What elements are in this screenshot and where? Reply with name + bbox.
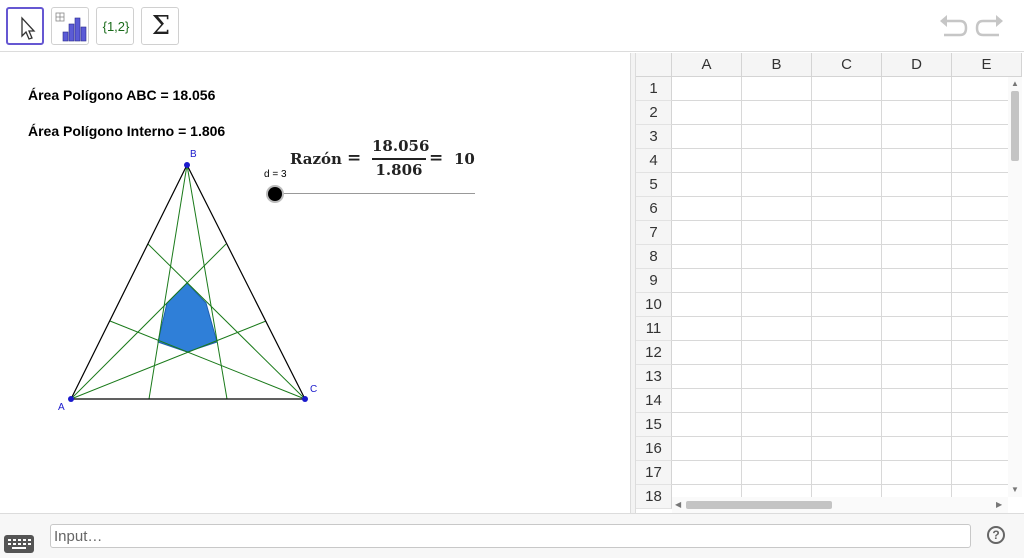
area-interno-text: Área Polígono Interno = 1.806: [28, 123, 226, 139]
grid-line: [672, 220, 1008, 221]
vertical-scroll-thumb[interactable]: [1011, 91, 1019, 161]
cevian-line: [186, 164, 228, 400]
undo-icon[interactable]: [938, 13, 968, 39]
redo-icon[interactable]: [975, 13, 1005, 39]
cevian-line: [147, 243, 306, 400]
row-header[interactable]: 13: [636, 365, 672, 389]
row-header[interactable]: 5: [636, 173, 672, 197]
grid-line: [672, 340, 1008, 341]
point-a-label: A: [58, 402, 65, 413]
grid-line: [881, 77, 882, 497]
construction-canvas: [68, 162, 308, 402]
row-header[interactable]: 12: [636, 341, 672, 365]
area-abc-text: Área Polígono ABC = 18.056: [28, 87, 216, 103]
row-header[interactable]: 14: [636, 389, 672, 413]
grid-line: [672, 172, 1008, 173]
input-bar: ?: [0, 513, 1024, 558]
slider-knob[interactable]: [268, 187, 282, 201]
cevian-line: [148, 164, 188, 400]
grid-line: [672, 484, 1008, 485]
move-tool-button[interactable]: [6, 7, 44, 45]
row-header[interactable]: 16: [636, 437, 672, 461]
cevian-line: [109, 320, 306, 400]
row-header[interactable]: 3: [636, 125, 672, 149]
spreadsheet-view[interactable]: A B C D E 1 2 3 4 5 6 7 8 9 10 11 12 13 …: [636, 53, 1024, 513]
column-header[interactable]: A: [672, 53, 742, 77]
algebra-input-field[interactable]: [50, 524, 971, 548]
grid-line: [672, 460, 1008, 461]
slider-track[interactable]: [275, 193, 475, 194]
grid-line: [672, 124, 1008, 125]
grid-line: [672, 244, 1008, 245]
ratio-label: Razón: [290, 150, 342, 168]
sigma-icon: Σ: [151, 11, 171, 41]
grid-line: [672, 100, 1008, 101]
grid-line: [951, 77, 952, 497]
inner-polygon: [157, 282, 218, 353]
scroll-right-icon[interactable]: ▶: [996, 500, 1002, 509]
row-header[interactable]: 15: [636, 413, 672, 437]
row-header[interactable]: 6: [636, 197, 672, 221]
cevian-line: [70, 243, 227, 400]
grid-line: [672, 268, 1008, 269]
grid-line: [672, 388, 1008, 389]
grid-line: [672, 316, 1008, 317]
sum-tool-button[interactable]: Σ: [141, 7, 179, 45]
cevian-line: [70, 320, 267, 400]
point-b[interactable]: [184, 162, 190, 168]
scroll-down-icon[interactable]: ▼: [1011, 485, 1019, 494]
slider-label: d = 3: [264, 169, 287, 180]
row-header[interactable]: 18: [636, 485, 672, 509]
point-a[interactable]: [68, 396, 74, 402]
list-label: {1,2}: [102, 19, 130, 34]
bar-chart-icon: [55, 12, 87, 42]
corner-header: [636, 53, 672, 77]
grid-line: [672, 436, 1008, 437]
grid-line: [741, 77, 742, 497]
row-header[interactable]: 10: [636, 293, 672, 317]
row-header[interactable]: 9: [636, 269, 672, 293]
help-icon[interactable]: ?: [987, 526, 1005, 544]
row-header[interactable]: 2: [636, 101, 672, 125]
column-header[interactable]: D: [882, 53, 952, 77]
grid-line: [672, 148, 1008, 149]
cursor-arrow-icon: [21, 16, 36, 40]
scroll-up-icon[interactable]: ▲: [1011, 79, 1019, 88]
toolbar: {1,2} Σ: [0, 0, 1024, 52]
row-header[interactable]: 1: [636, 77, 672, 101]
grid-line: [672, 412, 1008, 413]
row-header[interactable]: 8: [636, 245, 672, 269]
keyboard-icon[interactable]: [4, 535, 34, 553]
chart-tool-button[interactable]: [51, 7, 89, 45]
triangle-abc: [70, 163, 306, 400]
grid-line: [811, 77, 812, 497]
ratio-denominator: 1.806: [375, 161, 423, 179]
scroll-left-icon[interactable]: ◀: [675, 500, 681, 509]
row-header[interactable]: 11: [636, 317, 672, 341]
row-header[interactable]: 7: [636, 221, 672, 245]
list-tool-button[interactable]: {1,2}: [96, 7, 134, 45]
ratio-result: 10: [454, 150, 475, 168]
fraction-bar: [372, 158, 426, 160]
row-header[interactable]: 17: [636, 461, 672, 485]
horizontal-scroll-thumb[interactable]: [686, 501, 832, 509]
column-header[interactable]: C: [812, 53, 882, 77]
cevian-lines: [70, 164, 306, 400]
column-header[interactable]: E: [952, 53, 1022, 77]
vertical-scrollbar[interactable]: ▲ ▼: [1008, 77, 1022, 497]
horizontal-scrollbar[interactable]: ◀ ▶: [672, 497, 1008, 513]
ratio-numerator: 18.056: [372, 137, 430, 155]
point-b-label: B: [190, 149, 197, 160]
equals-sign: =: [429, 148, 444, 168]
column-header[interactable]: B: [742, 53, 812, 77]
grid-line: [672, 196, 1008, 197]
grid-line: [672, 364, 1008, 365]
point-c-label: C: [310, 384, 318, 395]
row-header[interactable]: 4: [636, 149, 672, 173]
point-c[interactable]: [302, 396, 308, 402]
graphics-view[interactable]: Área Polígono ABC = 18.056 Área Polígono…: [0, 53, 630, 513]
equals-sign: =: [347, 148, 362, 168]
keyboard-keys-icon: [8, 539, 31, 549]
grid-line: [672, 292, 1008, 293]
